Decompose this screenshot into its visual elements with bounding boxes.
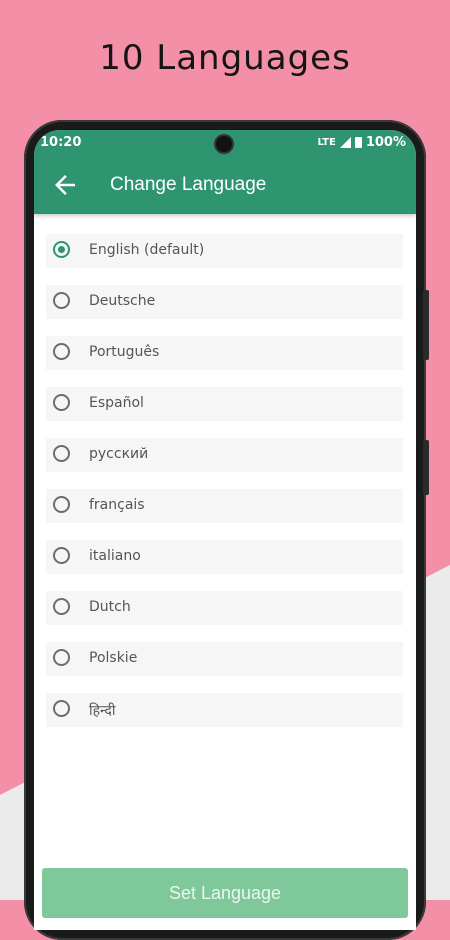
network-label: LTE <box>317 137 336 148</box>
language-option[interactable]: русский <box>46 438 403 472</box>
language-option[interactable]: Español <box>46 387 403 421</box>
camera-icon <box>216 136 232 152</box>
radio-unchecked-icon[interactable] <box>53 394 70 411</box>
radio-unchecked-icon[interactable] <box>53 547 70 564</box>
language-option[interactable]: हिन्दी <box>46 693 403 727</box>
page-title: Change Language <box>110 174 267 195</box>
power-button <box>423 290 429 360</box>
radio-unchecked-icon[interactable] <box>53 700 70 717</box>
language-label: italiano <box>89 548 141 564</box>
language-label: English (default) <box>89 242 205 258</box>
language-label: Polskie <box>89 650 138 666</box>
language-label: русский <box>89 446 149 462</box>
language-option[interactable]: Polskie <box>46 642 403 676</box>
app-bar: Change Language <box>34 156 416 214</box>
radio-unchecked-icon[interactable] <box>53 445 70 462</box>
radio-unchecked-icon[interactable] <box>53 343 70 360</box>
battery-icon <box>354 137 362 148</box>
phone-screen: 10:20 LTE 100% Change Language English (… <box>34 130 416 930</box>
radio-unchecked-icon[interactable] <box>53 292 70 309</box>
language-label: Dutch <box>89 599 131 615</box>
volume-button <box>423 440 429 495</box>
back-button[interactable] <box>50 170 80 200</box>
promo-headline: 10 Languages <box>99 38 351 78</box>
set-language-button[interactable]: Set Language <box>42 868 408 918</box>
radio-unchecked-icon[interactable] <box>53 649 70 666</box>
language-option[interactable]: Português <box>46 336 403 370</box>
language-option[interactable]: Deutsche <box>46 285 403 319</box>
language-label: हिन्दी <box>89 703 116 719</box>
arrow-left-icon <box>55 175 75 195</box>
language-label: Deutsche <box>89 293 156 309</box>
language-list: English (default) Deutsche Português Españo… <box>46 234 403 744</box>
language-option[interactable]: English (default) <box>46 234 403 268</box>
language-label: Português <box>89 344 160 360</box>
status-bar: 10:20 LTE 100% <box>34 130 416 156</box>
language-option[interactable]: Dutch <box>46 591 403 625</box>
radio-checked-icon[interactable] <box>53 241 70 258</box>
status-time: 10:20 <box>40 135 82 150</box>
battery-level: 100% <box>365 135 406 150</box>
language-label: français <box>89 497 145 513</box>
signal-icon <box>339 137 351 148</box>
radio-unchecked-icon[interactable] <box>53 496 70 513</box>
language-option[interactable]: italiano <box>46 540 403 574</box>
language-option[interactable]: français <box>46 489 403 523</box>
language-label: Español <box>89 395 144 411</box>
radio-unchecked-icon[interactable] <box>53 598 70 615</box>
